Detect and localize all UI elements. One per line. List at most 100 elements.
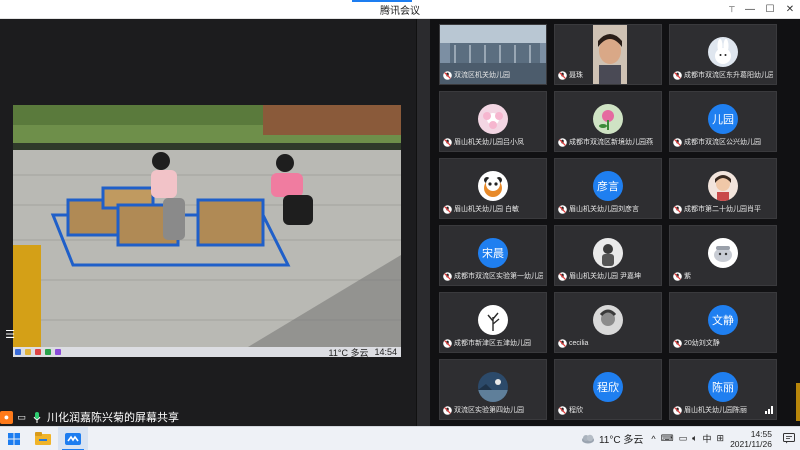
flower-icon [478, 104, 508, 134]
participant-label: 聂珠 [558, 69, 658, 81]
window-controls: ⊤ — ☐ ✕ [724, 0, 800, 19]
shared-inner-clock: 14:54 [374, 347, 397, 357]
participant-name: 程欣 [569, 407, 583, 414]
input-grid-icon[interactable]: ⊞ [717, 433, 725, 444]
network-icon[interactable]: ▭ [679, 433, 688, 444]
taskbar-clock[interactable]: 14:55 2021/11/26 [730, 429, 778, 449]
participant-tile[interactable]: 成都市第二十幼儿园肖平 [669, 158, 777, 219]
participant-tile[interactable]: 宋晨成都市双流区实验第一幼儿园宋晨 [439, 225, 547, 286]
participant-label: 成都市新津区五津幼儿园 [443, 337, 543, 349]
panel-scrollbar[interactable] [796, 383, 800, 421]
participant-name: 成都市双流区公兴幼儿园 [684, 139, 761, 146]
participant-avatar: 彦言 [593, 171, 623, 201]
mic-muted-icon [558, 338, 567, 348]
mic-muted-icon [443, 137, 452, 147]
screen-share-icon: ▭ [17, 411, 26, 422]
tray-icons: ^ ⌨ ▭ 🔈︎ 中 ⊞ [651, 432, 730, 445]
start-button[interactable] [0, 427, 28, 450]
participant-tile[interactable]: 眉山机关幼儿园吕小凤 [439, 91, 547, 152]
participant-label: 双流区实验第四幼儿园 [443, 404, 543, 416]
notification-button[interactable] [778, 433, 800, 444]
taskbar-tencent-meeting[interactable] [58, 426, 88, 450]
participants-panel: 双流区机关幼儿园 聂珠 成都市双流区东升葛阳幼儿园眉山机关幼儿园吕小凤 成都市双流区新… [430, 19, 800, 426]
clock-time: 14:55 [750, 428, 772, 439]
landscape-icon [478, 372, 508, 402]
folder-icon [35, 432, 51, 445]
maximize-button[interactable]: ☐ [760, 0, 780, 19]
participant-avatar: 陈丽 [708, 372, 738, 402]
taskbar-file-explorer[interactable] [28, 427, 58, 450]
participant-label: 20幼刘文静 [673, 337, 773, 349]
participant-tile[interactable]: 成都市双流区新境幼儿园燕 [554, 91, 662, 152]
participant-avatar: 宋晨 [478, 238, 508, 268]
participant-tile[interactable]: 眉山机关幼儿园 白敏 [439, 158, 547, 219]
mic-muted-icon [673, 271, 682, 281]
panel-divider[interactable] [416, 19, 430, 426]
participant-tile[interactable]: 紫 [669, 225, 777, 286]
girl-icon [708, 171, 738, 201]
person-icon [593, 238, 623, 268]
mic-muted-icon [443, 338, 452, 348]
participant-tile[interactable]: 文静 20幼刘文静 [669, 292, 777, 353]
list-view-icon[interactable]: ☰ [2, 327, 18, 341]
participant-name: 聂珠 [569, 72, 583, 79]
minimize-button[interactable]: — [740, 0, 760, 19]
mic-muted-icon [558, 137, 567, 147]
close-button[interactable]: ✕ [780, 0, 800, 19]
participant-tile[interactable]: cecilia [554, 292, 662, 353]
ime-indicator[interactable]: 中 [703, 432, 712, 445]
participant-name: 20幼刘文静 [684, 340, 720, 347]
participant-label: 双流区机关幼儿园 [443, 69, 543, 81]
shared-screen[interactable]: 11°C 多云 14:54 [13, 105, 401, 357]
shared-screen-image [13, 105, 401, 347]
participant-label: 眉山机关幼儿园陈丽 [673, 404, 773, 416]
participant-tile[interactable]: 眉山机关幼儿园 尹嘉坤 [554, 225, 662, 286]
tree-icon [478, 305, 508, 335]
person-icon: ● [0, 410, 13, 424]
clock-date: 2021/11/26 [730, 438, 772, 449]
speaking-indicator-icon [765, 406, 773, 414]
mic-muted-icon [443, 70, 452, 80]
mic-muted-icon [673, 338, 682, 348]
panda-icon [478, 171, 508, 201]
participant-tile[interactable]: 双流区机关幼儿园 [439, 24, 547, 85]
mic-muted-icon [558, 271, 567, 281]
participant-name: cecilia [569, 339, 589, 347]
participant-tile[interactable]: 聂珠 [554, 24, 662, 85]
chevron-up-icon[interactable]: ^ [651, 434, 655, 444]
participant-label: 眉山机关幼儿园 尹嘉坤 [558, 270, 658, 282]
shared-inner-weather: 11°C 多云 [328, 347, 369, 358]
mic-muted-icon [443, 271, 452, 281]
cloud-icon [581, 434, 594, 443]
participant-name: 成都市双流区新境幼儿园燕 [569, 139, 653, 146]
participant-label: 成都市第二十幼儿园肖平 [673, 203, 773, 215]
keyboard-icon[interactable]: ⌨ [661, 433, 674, 444]
participant-name: 成都市双流区东升葛阳幼儿园 [684, 72, 773, 79]
volume-icon[interactable]: 🔈︎ [692, 433, 697, 444]
participant-label: 成都市双流区东升葛阳幼儿园 [673, 69, 773, 81]
participant-tile[interactable]: 陈丽眉山机关幼儿园陈丽 [669, 359, 777, 420]
participant-name: 双流区实验第四幼儿园 [454, 407, 524, 414]
mic-muted-icon [673, 204, 682, 214]
mic-muted-icon [443, 204, 452, 214]
participant-name: 眉山机关幼儿园 白敏 [454, 206, 519, 213]
mic-muted-icon [443, 405, 452, 415]
participant-label: 眉山机关幼儿园 白敏 [443, 203, 543, 215]
participant-name: 双流区机关幼儿园 [454, 72, 510, 79]
notification-icon [783, 433, 795, 444]
participant-tile[interactable]: 成都市新津区五津幼儿园 [439, 292, 547, 353]
participant-avatar: 儿园 [708, 104, 738, 134]
participant-label: 成都市双流区新境幼儿园燕 [558, 136, 658, 148]
mic-muted-icon [558, 405, 567, 415]
participant-tile[interactable]: 儿园成都市双流区公兴幼儿园 [669, 91, 777, 152]
pin-icon[interactable]: ⊤ [724, 0, 740, 19]
weather-widget[interactable]: 11°C 多云 [581, 431, 651, 446]
participant-tile[interactable]: 成都市双流区东升葛阳幼儿园 [669, 24, 777, 85]
title-bar: 腾讯会议 ⊤ — ☐ ✕ [0, 0, 800, 19]
participant-name: 成都市新津区五津幼儿园 [454, 340, 531, 347]
rabbit-icon [708, 37, 738, 67]
participant-tile[interactable]: 双流区实验第四幼儿园 [439, 359, 547, 420]
participant-tile[interactable]: 程欣 程欣 [554, 359, 662, 420]
participant-tile[interactable]: 彦言 眉山机关幼儿园刘彦言 [554, 158, 662, 219]
share-caption: ● ▭ 川化润嘉陈兴菊的屏幕共享 [0, 408, 179, 426]
